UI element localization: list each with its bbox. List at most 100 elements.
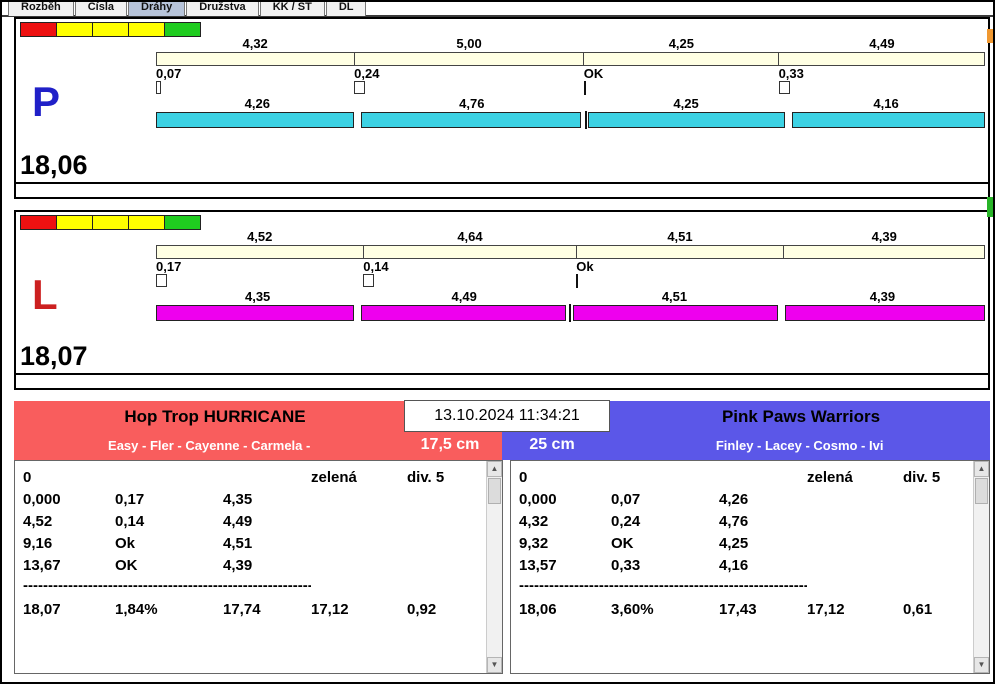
status-squares [21,22,201,37]
background-window-fragment [987,197,993,217]
split-time: 4,64 [363,230,576,244]
results-grid: 0 zelená div. 5 0,000 0,07 4,26 4,32 0,2… [511,461,989,623]
split-cell: 4,25 [719,533,807,555]
status-square [56,215,93,230]
team-category: 17,5 cm [404,436,496,454]
split-cell: 0,24 [611,511,719,533]
scrollbar[interactable]: ▲ ▼ [486,461,502,673]
datetime-display: 13.10.2024 11:34:21 [404,400,610,432]
split-cell: 13,57 [519,555,611,577]
lane-bar-segment [785,305,985,321]
time-bar-segment [354,52,584,66]
bar-mid-tick [569,304,571,322]
lane-panel-l: 4,52 4,64 4,51 4,39 0,17 0,14 Ok [14,210,990,390]
split-cell: 4,16 [719,555,807,577]
lane-bar-segment [361,112,581,128]
changeover-checkbox[interactable] [363,274,374,287]
results-table-left: 0 zelená div. 5 0,000 0,17 4,35 4,52 0,1… [14,460,503,674]
background-window-fragment [987,29,993,43]
changeover-marks [156,81,985,95]
tab-dl[interactable]: DL [326,2,367,16]
time-bar-segment [783,245,985,259]
app-window: Rozběh Čísla Dráhy Družstva KK / ST DL 4… [0,0,995,684]
split-time: 4,32 [156,37,354,51]
team-subheader: 25 cm Finley - Lacey - Cosmo - Ivi [502,433,990,460]
results-table-right: 0 zelená div. 5 0,000 0,07 4,26 4,32 0,2… [510,460,990,674]
changeover-label: OK [584,68,604,80]
split-time: 4,39 [780,290,985,304]
results-grid: 0 zelená div. 5 0,000 0,17 4,35 4,52 0,1… [15,461,502,623]
upper-time-bar [156,52,985,66]
team-members: Easy - Fler - Cayenne - Carmela - [14,438,404,453]
split-cell: 4,35 [223,489,311,511]
status-cell: zelená [311,467,407,489]
lane-time-bar [156,112,985,128]
status-square [20,22,57,37]
upper-split-times: 4,52 4,64 4,51 4,39 [156,230,985,244]
changeover-marks [156,274,985,288]
split-time: 4,49 [779,37,985,51]
total-cell: 3,60% [611,595,719,623]
split-time: 4,51 [569,290,780,304]
measurement-area: 4,52 4,64 4,51 4,39 0,17 0,14 Ok [156,230,985,321]
time-bar-segment [576,245,784,259]
status-square [164,22,201,37]
scroll-down-icon[interactable]: ▼ [487,657,502,673]
scroll-down-icon[interactable]: ▼ [974,657,989,673]
changeover-checkbox[interactable] [156,81,161,94]
tab-rozbeh[interactable]: Rozběh [8,2,74,16]
total-cell: 17,12 [807,595,903,623]
status-square [92,22,129,37]
tab-kk-st[interactable]: KK / ST [260,2,325,16]
changeover-checkbox[interactable] [779,81,790,94]
scrollbar[interactable]: ▲ ▼ [973,461,989,673]
changeover-labels: 0,07 0,24 OK 0,33 [156,68,985,80]
changeover-checkbox[interactable] [354,81,365,94]
changeover-label: 0,17 [156,261,181,273]
scrollbar-thumb[interactable] [975,478,988,504]
measurement-area: 4,32 5,00 4,25 4,49 0,07 0,24 OK 0,33 [156,37,985,128]
total-cell: 17,12 [311,595,407,623]
changeover-label: 0,33 [779,68,804,80]
lane-total-time: 18,07 [20,341,88,372]
split-time: 5,00 [354,37,584,51]
split-cell: 0,33 [611,555,719,577]
lane-bar-segment [573,305,778,321]
status-cell: div. 5 [903,467,967,489]
split-cell: 13,67 [23,555,115,577]
changeover-label: 0,14 [363,261,388,273]
status-square [128,22,165,37]
upper-split-times: 4,32 5,00 4,25 4,49 [156,37,985,51]
total-cell: 0,61 [903,595,967,623]
teams-section: Hop Trop HURRICANE Easy - Fler - Cayenne… [14,401,990,674]
scroll-up-icon[interactable]: ▲ [974,461,989,477]
team-subheader: Easy - Fler - Cayenne - Carmela - 17,5 c… [14,433,502,460]
tab-drahy[interactable]: Dráhy [128,2,185,16]
split-cell: 0,14 [115,511,223,533]
time-bar-segment [583,52,779,66]
lane-bar-segment [156,112,354,128]
split-time: 4,39 [783,230,985,244]
scroll-up-icon[interactable]: ▲ [487,461,502,477]
changeover-checkbox[interactable] [156,274,167,287]
tab-druzstva[interactable]: Družstva [186,2,258,16]
split-time: 4,49 [359,290,569,304]
scrollbar-thumb[interactable] [488,478,501,504]
lane-bar-segment [156,305,354,321]
lane-time-bar [156,305,985,321]
split-cell: 4,32 [519,511,611,533]
status-square [56,22,93,37]
split-time: 4,76 [359,97,585,111]
panel-divider [14,373,990,375]
lane-bar-segment [588,112,785,128]
tab-bar: Rozběh Čísla Dráhy Družstva KK / ST DL [8,2,367,16]
split-cell: 4,76 [719,511,807,533]
changeover-labels: 0,17 0,14 Ok [156,261,985,273]
total-cell: 17,74 [223,595,311,623]
split-time: 4,25 [584,37,779,51]
results-tables: 0 zelená div. 5 0,000 0,17 4,35 4,52 0,1… [14,460,990,674]
separator-line: ----------------------------------------… [519,577,807,595]
tab-cisla[interactable]: Čísla [75,2,127,16]
changeover-label: Ok [576,261,593,273]
status-square [92,215,129,230]
